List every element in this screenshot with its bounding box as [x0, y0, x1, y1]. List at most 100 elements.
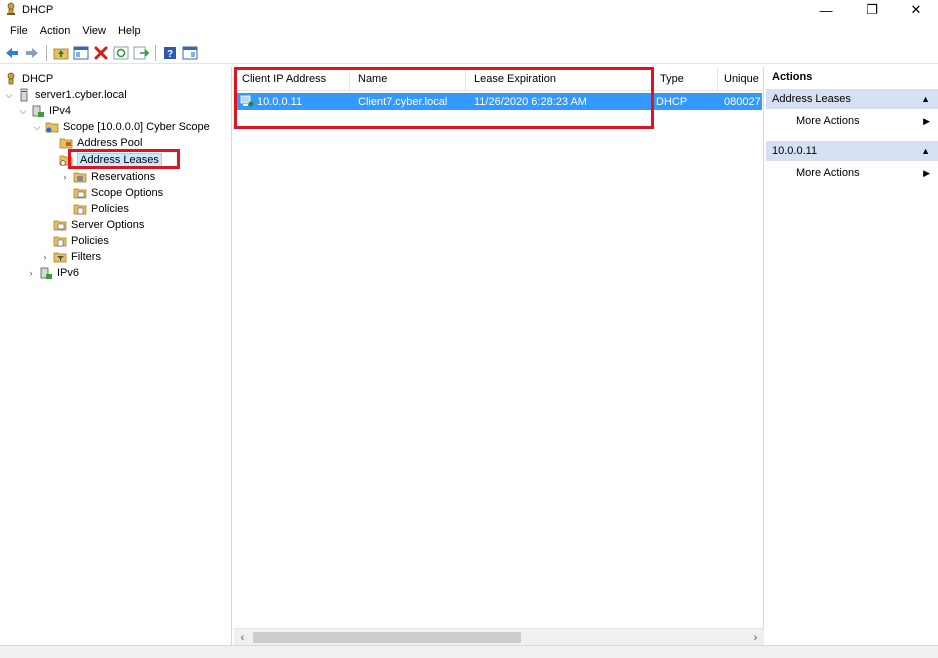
menu-file[interactable]: File: [4, 25, 34, 37]
address-pool-folder-icon: [59, 138, 73, 149]
menu-view[interactable]: View: [76, 25, 112, 37]
action-section-address-leases[interactable]: Address Leases ▲: [766, 89, 938, 109]
tree-item-server[interactable]: ⌵ server1.cyber.local: [4, 87, 127, 103]
chevron-down-icon[interactable]: ⌵: [18, 106, 28, 117]
reservations-folder-icon: [73, 172, 87, 183]
scroll-right-icon[interactable]: ›: [747, 629, 764, 646]
menu-help[interactable]: Help: [112, 25, 147, 37]
cell-unique: 080027: [724, 95, 761, 108]
maximize-button[interactable]: ❐: [852, 0, 892, 20]
tree-item-scope-policies[interactable]: Policies: [73, 201, 129, 217]
chevron-down-icon[interactable]: ⌵: [4, 90, 14, 101]
tree-item-dhcp[interactable]: DHCP: [4, 71, 53, 87]
action-more-actions[interactable]: More Actions ▶: [766, 163, 938, 183]
tree-item-address-leases[interactable]: Address Leases: [59, 152, 162, 168]
scrollbar-thumb[interactable]: [253, 632, 521, 643]
action-more-actions[interactable]: More Actions ▶: [766, 111, 938, 131]
back-button[interactable]: [3, 44, 21, 62]
action-section-lease[interactable]: 10.0.0.11 ▲: [766, 141, 938, 161]
show-hide-action-pane-icon: [182, 46, 198, 59]
tree-item-label: IPv4: [49, 105, 72, 117]
actions-title: Actions: [772, 71, 813, 83]
tree-item-label: Address Leases: [77, 153, 162, 167]
cell-type: DHCP: [656, 95, 688, 108]
cell-client-ip: 10.0.0.11: [236, 93, 350, 110]
action-section-label: Address Leases: [772, 93, 851, 105]
policies-icon: [53, 236, 67, 247]
tree-item-label: Server Options: [71, 219, 145, 231]
chevron-right-icon[interactable]: ›: [60, 172, 70, 182]
tree-item-label: Filters: [71, 251, 101, 263]
tree-item-filters[interactable]: › Filters: [40, 249, 101, 265]
forward-button[interactable]: [23, 44, 41, 62]
results-list: Client IP Address Name Lease Expiration …: [234, 67, 764, 645]
menu-bar: File Action View Help: [0, 21, 938, 41]
export-list-button[interactable]: [132, 44, 150, 62]
export-list-icon: [133, 46, 149, 59]
tree-item-label: Scope [10.0.0.0] Cyber Scope: [63, 121, 210, 133]
horizontal-scrollbar[interactable]: ‹ ›: [234, 628, 764, 645]
help-button[interactable]: ?: [161, 44, 179, 62]
column-header-client-ip[interactable]: Client IP Address: [234, 67, 350, 91]
cell-lease-expiration: 11/26/2020 6:28:23 AM: [474, 95, 587, 108]
scroll-left-icon[interactable]: ‹: [234, 629, 251, 646]
delete-icon: [94, 46, 108, 59]
delete-button[interactable]: [92, 44, 110, 62]
tree-item-label: Policies: [91, 203, 129, 215]
tree-item-reservations[interactable]: › Reservations: [60, 169, 156, 185]
chevron-right-icon[interactable]: ›: [26, 268, 36, 278]
restore-icon: ❐: [866, 2, 878, 17]
minimize-icon: —: [819, 2, 833, 18]
server-icon: [20, 88, 28, 102]
column-header-type[interactable]: Type: [652, 67, 718, 91]
show-hide-tree-icon: [73, 46, 89, 59]
toolbar-separator: [46, 44, 47, 61]
chevron-right-icon[interactable]: ›: [40, 252, 50, 262]
tree-item-address-pool[interactable]: Address Pool: [59, 135, 142, 151]
chevron-down-icon[interactable]: ⌵: [32, 122, 42, 133]
tree-item-server-options[interactable]: Server Options: [53, 217, 144, 233]
tree-item-ipv4[interactable]: ⌵ IPv4: [18, 103, 71, 119]
tree-item-ipv6[interactable]: › IPv6: [26, 265, 79, 281]
action-item-label: More Actions: [796, 115, 860, 127]
window-title: DHCP: [22, 4, 54, 16]
tree-item-scope[interactable]: ⌵ Scope [10.0.0.0] Cyber Scope: [32, 119, 210, 135]
server-options-icon: [53, 220, 67, 231]
action-section-label: 10.0.0.11: [772, 145, 818, 157]
column-header-name[interactable]: Name: [350, 67, 466, 91]
submenu-arrow-icon: ▶: [923, 168, 930, 178]
lease-client-icon: [240, 95, 254, 107]
ipv6-icon: [40, 267, 52, 279]
tree-item-label: IPv6: [57, 267, 80, 279]
tree-item-label: Address Pool: [77, 137, 143, 149]
tree-item-scope-options[interactable]: Scope Options: [73, 185, 163, 201]
close-button[interactable]: ✕: [896, 0, 936, 20]
menu-action[interactable]: Action: [34, 25, 77, 37]
toolbar-separator: [155, 44, 156, 61]
tree-item-label: Reservations: [91, 171, 156, 183]
toolbar: ?: [0, 42, 938, 64]
collapse-up-icon[interactable]: ▲: [921, 146, 930, 156]
scope-folder-icon: [45, 122, 59, 133]
close-icon: ✕: [910, 2, 922, 17]
status-bar: [0, 645, 938, 658]
column-header-unique[interactable]: Unique: [718, 67, 764, 91]
refresh-button[interactable]: [112, 44, 130, 62]
tree-item-policies[interactable]: Policies: [53, 233, 109, 249]
up-one-level-button[interactable]: [52, 44, 70, 62]
show-hide-tree-button[interactable]: [72, 44, 90, 62]
ipv4-icon: [32, 105, 44, 117]
title-bar: DHCP — ❐ ✕: [0, 0, 938, 20]
minimize-button[interactable]: —: [806, 0, 846, 20]
console-tree: DHCP ⌵ server1.cyber.local ⌵ IPv4 ⌵ Scop…: [0, 67, 232, 645]
tree-item-label: DHCP: [22, 73, 54, 85]
filter-icon: [53, 252, 67, 263]
column-header-lease-expiration[interactable]: Lease Expiration: [466, 67, 652, 91]
collapse-up-icon[interactable]: ▲: [921, 94, 930, 104]
show-hide-action-pane-button[interactable]: [181, 44, 199, 62]
list-header: Client IP Address Name Lease Expiration …: [234, 67, 764, 91]
submenu-arrow-icon: ▶: [923, 116, 930, 126]
address-leases-folder-icon: [59, 155, 73, 166]
cell-name: Client7.cyber.local: [358, 95, 448, 108]
table-row[interactable]: 10.0.0.11 Client7.cyber.local 11/26/2020…: [234, 93, 762, 110]
